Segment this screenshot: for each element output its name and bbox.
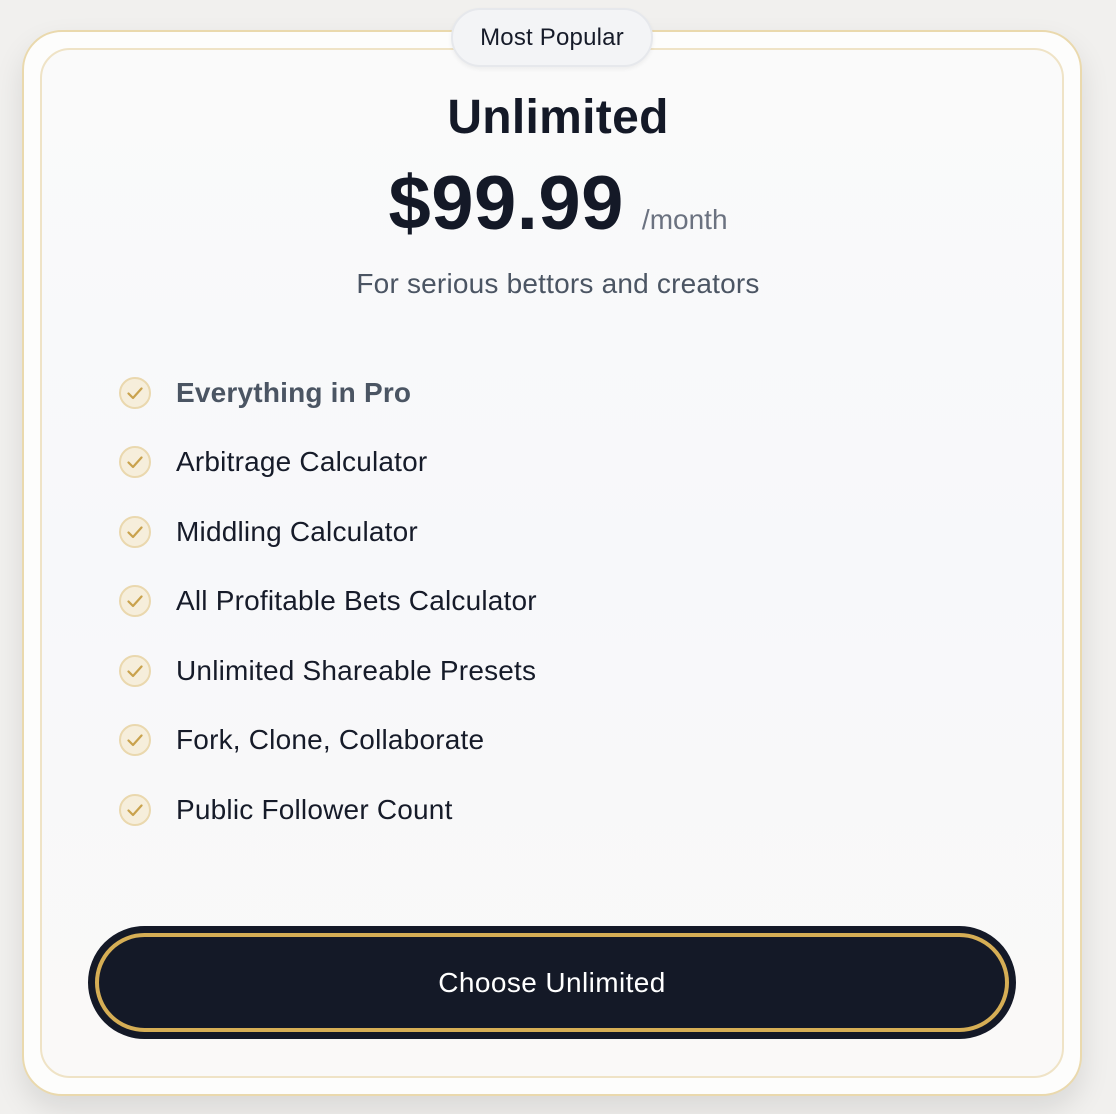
check-circle-icon bbox=[119, 515, 151, 548]
check-circle-icon bbox=[119, 585, 151, 618]
feature-label: Arbitrage Calculator bbox=[176, 446, 428, 478]
feature-item: Everything in Pro bbox=[118, 370, 537, 440]
feature-label: Fork, Clone, Collaborate bbox=[176, 724, 485, 756]
feature-item: Public Follower Count bbox=[118, 787, 537, 857]
feature-label: Everything in Pro bbox=[176, 376, 412, 408]
check-circle-icon bbox=[119, 793, 151, 826]
check-circle-icon bbox=[119, 654, 151, 687]
feature-list: Everything in Pro Arbitrage Calculator M… bbox=[118, 370, 537, 857]
feature-label: Unlimited Shareable Presets bbox=[176, 654, 537, 686]
check-circle-icon bbox=[119, 724, 151, 757]
plan-tagline: For serious bettors and creators bbox=[356, 268, 760, 299]
feature-item: Middling Calculator bbox=[118, 509, 537, 579]
feature-item: All Profitable Bets Calculator bbox=[118, 579, 537, 649]
choose-unlimited-button[interactable]: Choose Unlimited bbox=[88, 926, 1016, 1039]
feature-label: Public Follower Count bbox=[176, 793, 453, 825]
plan-title: Unlimited bbox=[447, 91, 669, 144]
feature-item: Fork, Clone, Collaborate bbox=[118, 718, 537, 788]
check-circle-icon bbox=[119, 446, 151, 479]
feature-label: All Profitable Bets Calculator bbox=[176, 585, 537, 617]
plan-price: $99.99 bbox=[388, 161, 624, 246]
plan-period: /month bbox=[641, 204, 728, 235]
check-circle-icon bbox=[119, 376, 151, 409]
feature-item: Unlimited Shareable Presets bbox=[118, 648, 537, 718]
most-popular-badge: Most Popular bbox=[451, 8, 653, 67]
feature-item: Arbitrage Calculator bbox=[118, 440, 537, 510]
price-row: $99.99 /month bbox=[0, 160, 1116, 247]
choose-unlimited-label: Choose Unlimited bbox=[95, 933, 1009, 1032]
feature-label: Middling Calculator bbox=[176, 515, 418, 547]
